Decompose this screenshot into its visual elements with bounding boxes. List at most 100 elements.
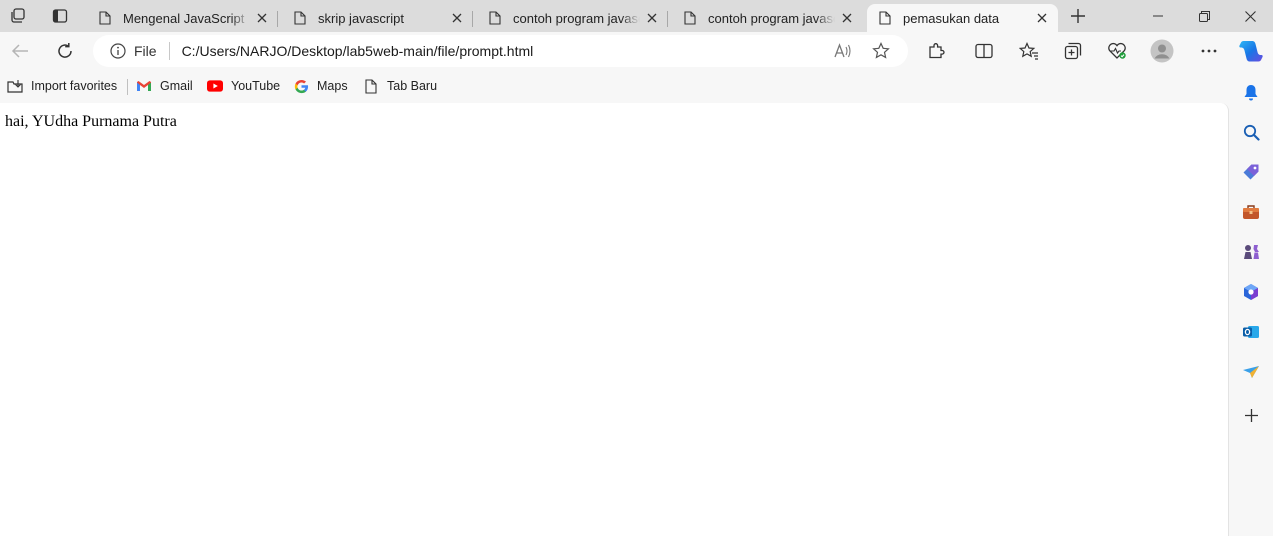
tab[interactable]: skrip javascript: [282, 4, 473, 32]
microsoft-365-button[interactable]: [1238, 279, 1264, 305]
outlook-button[interactable]: [1238, 319, 1264, 345]
puzzle-icon: [929, 43, 945, 59]
notifications-button[interactable]: [1238, 79, 1264, 105]
favorite-import[interactable]: Import favorites: [7, 75, 117, 97]
vertical-tabs-button[interactable]: [46, 4, 74, 28]
page-icon: [363, 78, 379, 94]
minimize-button[interactable]: [1135, 0, 1181, 32]
settings-menu-button[interactable]: [1193, 36, 1225, 66]
star-icon[interactable]: [866, 36, 896, 66]
minimize-icon: [1153, 15, 1163, 17]
favorites-icon: [1019, 42, 1038, 60]
back-button[interactable]: [4, 36, 36, 66]
split-screen-icon: [975, 43, 993, 59]
profile-button[interactable]: [1146, 36, 1178, 66]
toolbox-icon: [1243, 205, 1259, 219]
import-icon: [7, 78, 23, 94]
shopping-button[interactable]: [1238, 159, 1264, 185]
page-icon: [877, 10, 893, 26]
extensions-button[interactable]: [920, 36, 952, 66]
collections-icon: [1064, 42, 1082, 60]
copilot-button[interactable]: [1237, 38, 1265, 64]
favorites-button[interactable]: [1013, 36, 1045, 66]
tab-title: pemasukan data: [903, 10, 1000, 26]
plus-icon: [1244, 408, 1258, 422]
page-icon: [487, 10, 503, 26]
tab-divider: [667, 11, 668, 27]
toolbar: File C:/Users/NARJO/Desktop/lab5web-main…: [0, 32, 1273, 70]
drop-button[interactable]: [1238, 359, 1264, 385]
page-icon: [97, 10, 113, 26]
tab-title: Mengenal JavaScript: [123, 10, 245, 26]
google-icon: [293, 78, 309, 94]
favorite-gmail[interactable]: Gmail: [136, 75, 193, 97]
bell-icon: [1244, 84, 1258, 100]
restore-button[interactable]: [1181, 0, 1227, 32]
favorites-bar: Import favorites Gmail YouTube Maps Tab …: [0, 70, 1273, 102]
page-icon: [292, 10, 308, 26]
arrow-left-icon: [11, 44, 28, 58]
close-tab-icon[interactable]: [835, 6, 859, 30]
tab-divider: [472, 11, 473, 27]
close-tab-icon[interactable]: [445, 6, 469, 30]
edge-sidebar: [1230, 70, 1273, 536]
address-bar[interactable]: File C:/Users/NARJO/Desktop/lab5web-main…: [93, 35, 908, 67]
tab-title: contoh program javascript: [513, 10, 640, 26]
more-icon: [1201, 49, 1217, 53]
favorite-maps[interactable]: Maps: [293, 75, 348, 97]
refresh-icon: [58, 43, 72, 58]
close-tab-icon[interactable]: [250, 6, 274, 30]
copilot-icon: [1239, 41, 1263, 62]
tag-icon: [1243, 164, 1259, 180]
favorite-label: Tab Baru: [387, 79, 438, 93]
favorite-label: YouTube: [231, 79, 281, 93]
tab-active[interactable]: pemasukan data: [867, 4, 1058, 32]
favorite-tab-baru[interactable]: Tab Baru: [363, 75, 437, 97]
read-aloud-icon[interactable]: [828, 36, 858, 66]
tab[interactable]: contoh program javascript: [477, 4, 668, 32]
favorite-label: Maps: [317, 79, 348, 93]
restore-icon: [1198, 10, 1210, 22]
tab-title: contoh program javascript: [708, 10, 835, 26]
games-button[interactable]: [1238, 239, 1264, 265]
workspaces-icon: [11, 8, 25, 23]
new-tab-button[interactable]: [1064, 4, 1092, 28]
tab-strip: Mengenal JavaScript skrip javascript con…: [0, 0, 1273, 32]
search-button[interactable]: [1238, 119, 1264, 145]
refresh-button[interactable]: [49, 36, 81, 66]
tab-actions-icon: [52, 9, 68, 23]
split-screen-button[interactable]: [968, 36, 1000, 66]
favorite-youtube[interactable]: YouTube: [207, 75, 280, 97]
browser-essentials-button[interactable]: [1101, 36, 1133, 66]
outlook-icon: [1243, 326, 1259, 338]
chess-icon: [1244, 245, 1259, 259]
info-icon[interactable]: [110, 43, 126, 59]
close-tab-icon[interactable]: [1030, 6, 1054, 30]
favorite-label: Import favorites: [31, 79, 118, 93]
page-icon: [682, 10, 698, 26]
close-tab-icon[interactable]: [640, 6, 664, 30]
microsoft-365-icon: [1244, 284, 1258, 300]
tab-title: skrip javascript: [318, 10, 404, 26]
favorite-label: Gmail: [160, 79, 193, 93]
workspaces-button[interactable]: [4, 4, 32, 28]
tab[interactable]: contoh program javascript: [672, 4, 863, 32]
url-scheme-label: File: [134, 43, 157, 59]
collections-button[interactable]: [1057, 36, 1089, 66]
close-icon: [1244, 10, 1256, 22]
tools-button[interactable]: [1238, 199, 1264, 225]
avatar-icon: [1150, 39, 1174, 63]
greeting-text: hai, YUdha Purnama Putra: [5, 113, 177, 130]
gmail-icon: [136, 78, 152, 94]
page-content: hai, YUdha Purnama Putra: [0, 103, 1229, 536]
favorites-divider: [127, 79, 128, 95]
heart-pulse-icon: [1108, 42, 1126, 59]
close-window-button[interactable]: [1227, 0, 1273, 32]
plus-icon: [1071, 9, 1085, 23]
send-icon: [1243, 366, 1259, 378]
tab[interactable]: Mengenal JavaScript: [87, 4, 278, 32]
add-sidebar-app-button[interactable]: [1238, 402, 1264, 428]
youtube-icon: [207, 78, 223, 94]
tab-divider: [277, 11, 278, 27]
url-text[interactable]: C:/Users/NARJO/Desktop/lab5web-main/file…: [182, 43, 828, 59]
